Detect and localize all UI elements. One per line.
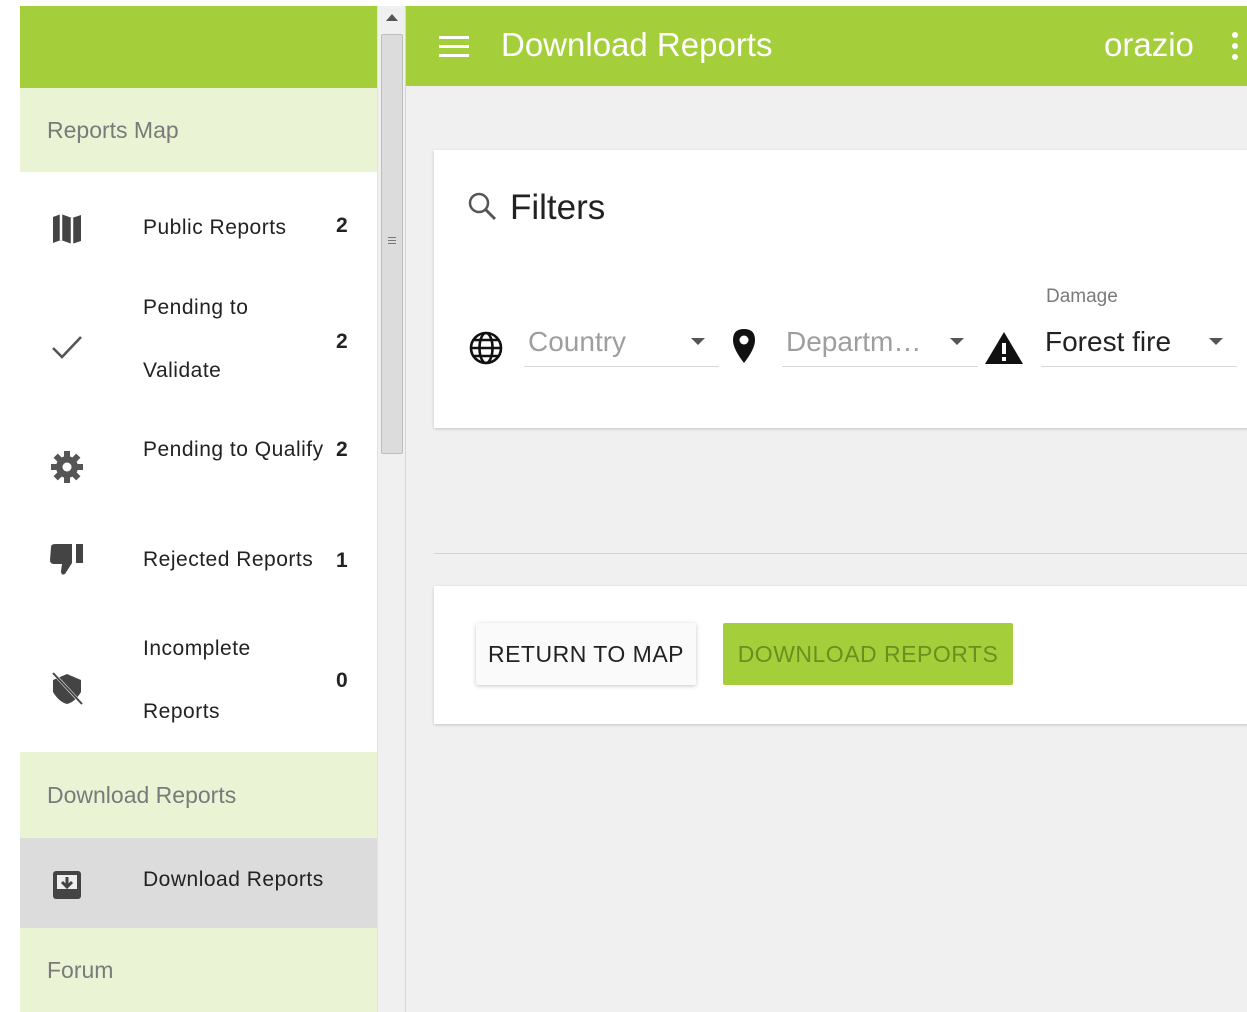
- count-badge: 2: [336, 330, 348, 353]
- department-placeholder: Departm…: [786, 326, 922, 357]
- chevron-down-icon: [691, 338, 705, 345]
- chevron-down-icon: [950, 338, 964, 345]
- section-reports-map[interactable]: Reports Map: [20, 88, 377, 172]
- damage-label: Damage: [1046, 286, 1118, 307]
- more-vert-icon[interactable]: [1232, 32, 1238, 65]
- sidebar-scrollbar[interactable]: [377, 6, 406, 1012]
- chevron-down-icon: [1209, 338, 1223, 345]
- count-badge: 1: [336, 549, 348, 572]
- gear-icon: [48, 448, 86, 486]
- return-to-map-button[interactable]: RETURN TO MAP: [476, 623, 696, 685]
- map-icon: [48, 210, 86, 248]
- sidebar-item-rejected-reports[interactable]: Rejected Reports 1: [20, 514, 377, 624]
- filters-header: Filters: [466, 188, 605, 228]
- grip-icon: [388, 237, 396, 246]
- section-download-reports[interactable]: Download Reports: [20, 752, 377, 838]
- sidebar-item-public-reports[interactable]: Public Reports 2: [20, 172, 377, 282]
- section-forum-label: Forum: [47, 956, 114, 983]
- search-icon: [466, 190, 498, 227]
- user-name[interactable]: orazio: [1104, 26, 1194, 64]
- scroll-thumb[interactable]: [381, 34, 403, 454]
- count-badge: 2: [336, 214, 348, 237]
- download-box-icon: [48, 866, 86, 904]
- count-badge: 0: [336, 669, 348, 692]
- actions-card: RETURN TO MAP DOWNLOAD REPORTS: [434, 586, 1247, 724]
- download-reports-button[interactable]: DOWNLOAD REPORTS: [723, 623, 1013, 685]
- sidebar-item-label: Rejected Reports: [143, 548, 314, 571]
- sidebar-drawer: Reports Map Public Reports 2 Pending to …: [20, 6, 377, 1012]
- sidebar-item-pending-validate[interactable]: Pending to Validate 2: [20, 282, 377, 410]
- thumb-down-icon: [48, 540, 86, 578]
- main-content: Download Reports orazio Filters Country …: [406, 6, 1247, 1012]
- country-select[interactable]: Country: [524, 320, 719, 367]
- sidebar-item-download-reports[interactable]: Download Reports: [20, 838, 377, 928]
- globe-icon: [468, 330, 504, 371]
- sidebar-item-label-line2: Reports: [143, 700, 221, 723]
- sidebar-header: [20, 6, 377, 88]
- sidebar-item-label-line1: Pending to: [143, 296, 249, 319]
- sidebar-item-label: Public Reports: [143, 216, 287, 239]
- sidebar-item-pending-qualify[interactable]: Pending to Qualify 2: [20, 410, 377, 514]
- sidebar-item-label: Pending to Qualify: [143, 438, 324, 461]
- app-bar: Download Reports orazio: [406, 6, 1247, 86]
- check-icon: [48, 328, 86, 366]
- damage-value: Forest fire: [1045, 326, 1172, 357]
- section-reports-map-label: Reports Map: [47, 116, 179, 143]
- eye-off-icon: [48, 669, 86, 707]
- section-download-reports-label: Download Reports: [47, 781, 237, 808]
- warning-icon: [984, 330, 1024, 371]
- page-title: Download Reports: [501, 26, 773, 63]
- filters-card: Filters Country Departm… Damage Forest f…: [434, 150, 1247, 428]
- sidebar-item-label-line1: Incomplete: [143, 637, 251, 660]
- scroll-up-arrow-icon[interactable]: [386, 14, 398, 21]
- location-pin-icon: [731, 328, 757, 369]
- divider: [434, 553, 1247, 554]
- sidebar-item-label: Download Reports: [143, 868, 324, 891]
- hamburger-menu-icon[interactable]: [439, 36, 469, 63]
- filters-title: Filters: [510, 188, 606, 227]
- section-forum[interactable]: Forum: [20, 928, 377, 1012]
- damage-select[interactable]: Forest fire: [1041, 320, 1237, 367]
- sidebar-item-incomplete-reports[interactable]: Incomplete Reports 0: [20, 624, 377, 752]
- count-badge: 2: [336, 438, 348, 461]
- department-select[interactable]: Departm…: [782, 320, 978, 367]
- sidebar-item-label-line2: Validate: [143, 359, 222, 382]
- country-placeholder: Country: [528, 326, 627, 357]
